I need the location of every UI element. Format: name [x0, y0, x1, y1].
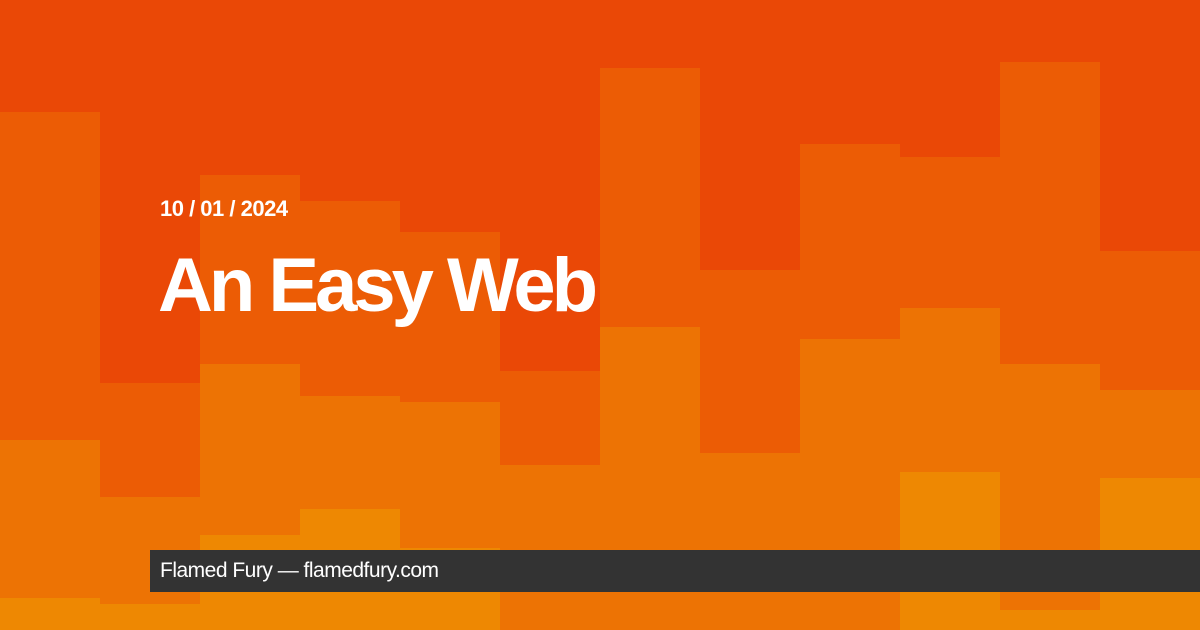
site-footer-bar: Flamed Fury — flamedfury.com: [150, 550, 1200, 592]
post-date: 10 / 01 / 2024: [160, 196, 288, 221]
site-footer-text: Flamed Fury — flamedfury.com: [160, 559, 439, 582]
post-title: An Easy Web: [158, 243, 598, 328]
